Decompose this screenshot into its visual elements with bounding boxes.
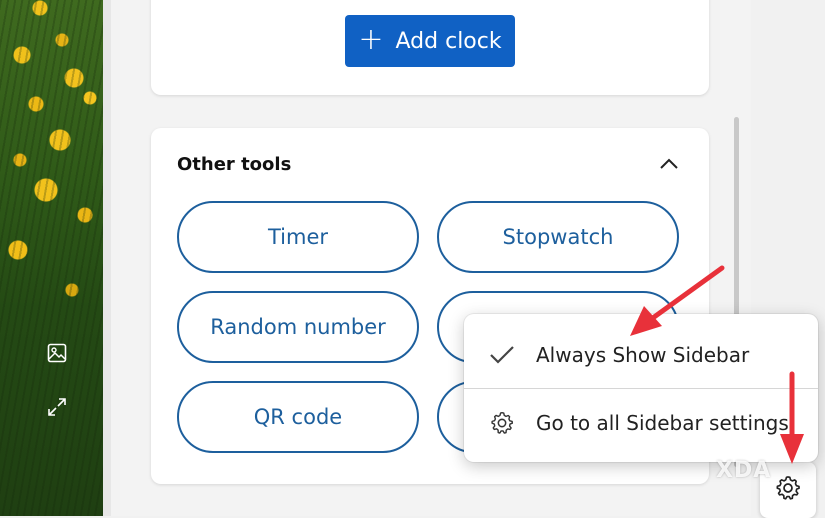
chevron-up-icon[interactable] xyxy=(657,152,681,176)
menu-item-sidebar-settings[interactable]: Go to all Sidebar settings xyxy=(464,390,818,456)
add-clock-button[interactable]: + Add clock xyxy=(345,15,515,67)
menu-divider xyxy=(464,388,818,389)
menu-item-label: Go to all Sidebar settings xyxy=(536,411,789,435)
random-number-button[interactable]: Random number xyxy=(177,291,419,363)
sidebar-context-menu: Always Show Sidebar Go to all Sidebar se… xyxy=(464,314,818,462)
timer-button[interactable]: Timer xyxy=(177,201,419,273)
other-tools-title: Other tools xyxy=(177,154,292,175)
gear-icon xyxy=(774,474,802,506)
qr-code-button[interactable]: QR code xyxy=(177,381,419,453)
plus-icon: + xyxy=(358,21,384,57)
background-photo-strip xyxy=(0,0,103,516)
add-clock-label: Add clock xyxy=(395,28,502,54)
gear-icon xyxy=(488,409,516,437)
menu-item-always-show-sidebar[interactable]: Always Show Sidebar xyxy=(464,322,818,388)
checkmark-icon xyxy=(488,341,516,369)
stopwatch-button[interactable]: Stopwatch xyxy=(437,201,679,273)
menu-item-label: Always Show Sidebar xyxy=(536,343,750,367)
image-icon[interactable] xyxy=(46,342,68,364)
xda-watermark: XDA xyxy=(716,458,772,483)
world-clock-card: + Add clock xyxy=(151,0,709,95)
expand-icon[interactable] xyxy=(46,396,68,418)
